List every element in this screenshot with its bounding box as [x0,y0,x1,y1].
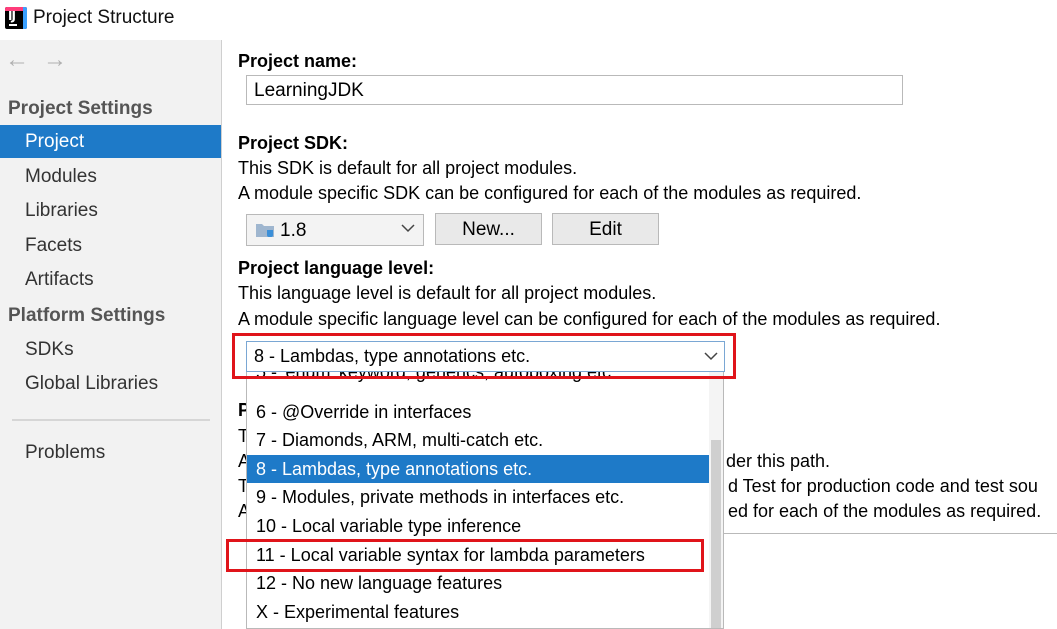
annotation-highlight-box [232,333,736,379]
sdk-folder-icon [256,224,274,237]
obscured-text: d Test for production code and test sou [728,476,1038,496]
dropdown-option[interactable]: 7 - Diamonds, ARM, multi-catch etc. [247,426,709,454]
forward-arrow-icon[interactable]: → [43,48,67,72]
obscured-text: ed for each of the modules as required. [728,501,1042,521]
sidebar-item-artifacts[interactable]: Artifacts [0,263,221,296]
sidebar-item-label: Global Libraries [25,373,159,394]
project-settings-heading: Project Settings [8,98,153,119]
sidebar-item-label: SDKs [25,339,74,360]
output-path-input[interactable] [710,533,1057,566]
language-level-dropdown[interactable]: 5 - 'enum' keyword, generics, autoboxing… [246,372,724,629]
dropdown-option[interactable]: 10 - Local variable type inference [247,512,709,540]
dropdown-option[interactable]: 12 - No new language features [247,569,709,597]
dropdown-option[interactable]: X - Experimental features [247,598,709,626]
project-name-label: Project name: [238,51,358,71]
sidebar-item-global-libraries[interactable]: Global Libraries [0,367,221,400]
dropdown-scrollbar-thumb[interactable] [711,440,721,628]
sdk-select[interactable]: 1.8 [246,214,424,246]
title-bar: IJ Project Structure [0,0,1057,40]
edit-sdk-button[interactable]: Edit [552,213,659,245]
sidebar-item-label: Problems [25,442,106,463]
dropdown-option[interactable]: 9 - Modules, private methods in interfac… [247,483,709,511]
sidebar-item-label: Facets [25,235,83,256]
sidebar-item-libraries[interactable]: Libraries [0,194,221,227]
sidebar-item-sdks[interactable]: SDKs [0,333,221,366]
chevron-down-icon [401,224,415,233]
language-level-description: This language level is default for all p… [238,283,657,303]
sidebar-item-facets[interactable]: Facets [0,229,221,262]
sidebar-item-label: Artifacts [25,269,94,290]
sdk-value: 1.8 [280,220,307,241]
dropdown-option[interactable]: 6 - @Override in interfaces [247,398,709,426]
dropdown-option-selected[interactable]: 8 - Lambdas, type annotations etc. [247,455,709,483]
obscured-text: der this path. [726,451,831,471]
sidebar-item-problems[interactable]: Problems [0,436,221,469]
sidebar-item-label: Modules [25,166,97,187]
platform-settings-heading: Platform Settings [8,305,166,326]
sidebar: ← → Project Settings Project Modules Lib… [0,40,222,629]
annotation-highlight-box [226,539,704,572]
project-sdk-description: A module specific SDK can be configured … [238,183,862,203]
sidebar-divider [12,419,210,421]
back-arrow-icon[interactable]: ← [5,48,29,72]
project-sdk-label: Project SDK: [238,133,349,153]
sidebar-item-project[interactable]: Project [0,125,221,158]
sidebar-item-label: Project [25,131,85,152]
sidebar-item-modules[interactable]: Modules [0,160,221,193]
window-title: Project Structure [33,7,175,28]
new-sdk-button[interactable]: New... [435,213,542,245]
project-sdk-description: This SDK is default for all project modu… [238,158,578,178]
sidebar-item-label: Libraries [25,200,98,221]
language-level-description: A module specific language level can be … [238,309,941,329]
language-level-label: Project language level: [238,258,435,278]
intellij-app-icon: IJ [5,7,27,29]
project-name-input[interactable]: LearningJDK [246,75,903,105]
